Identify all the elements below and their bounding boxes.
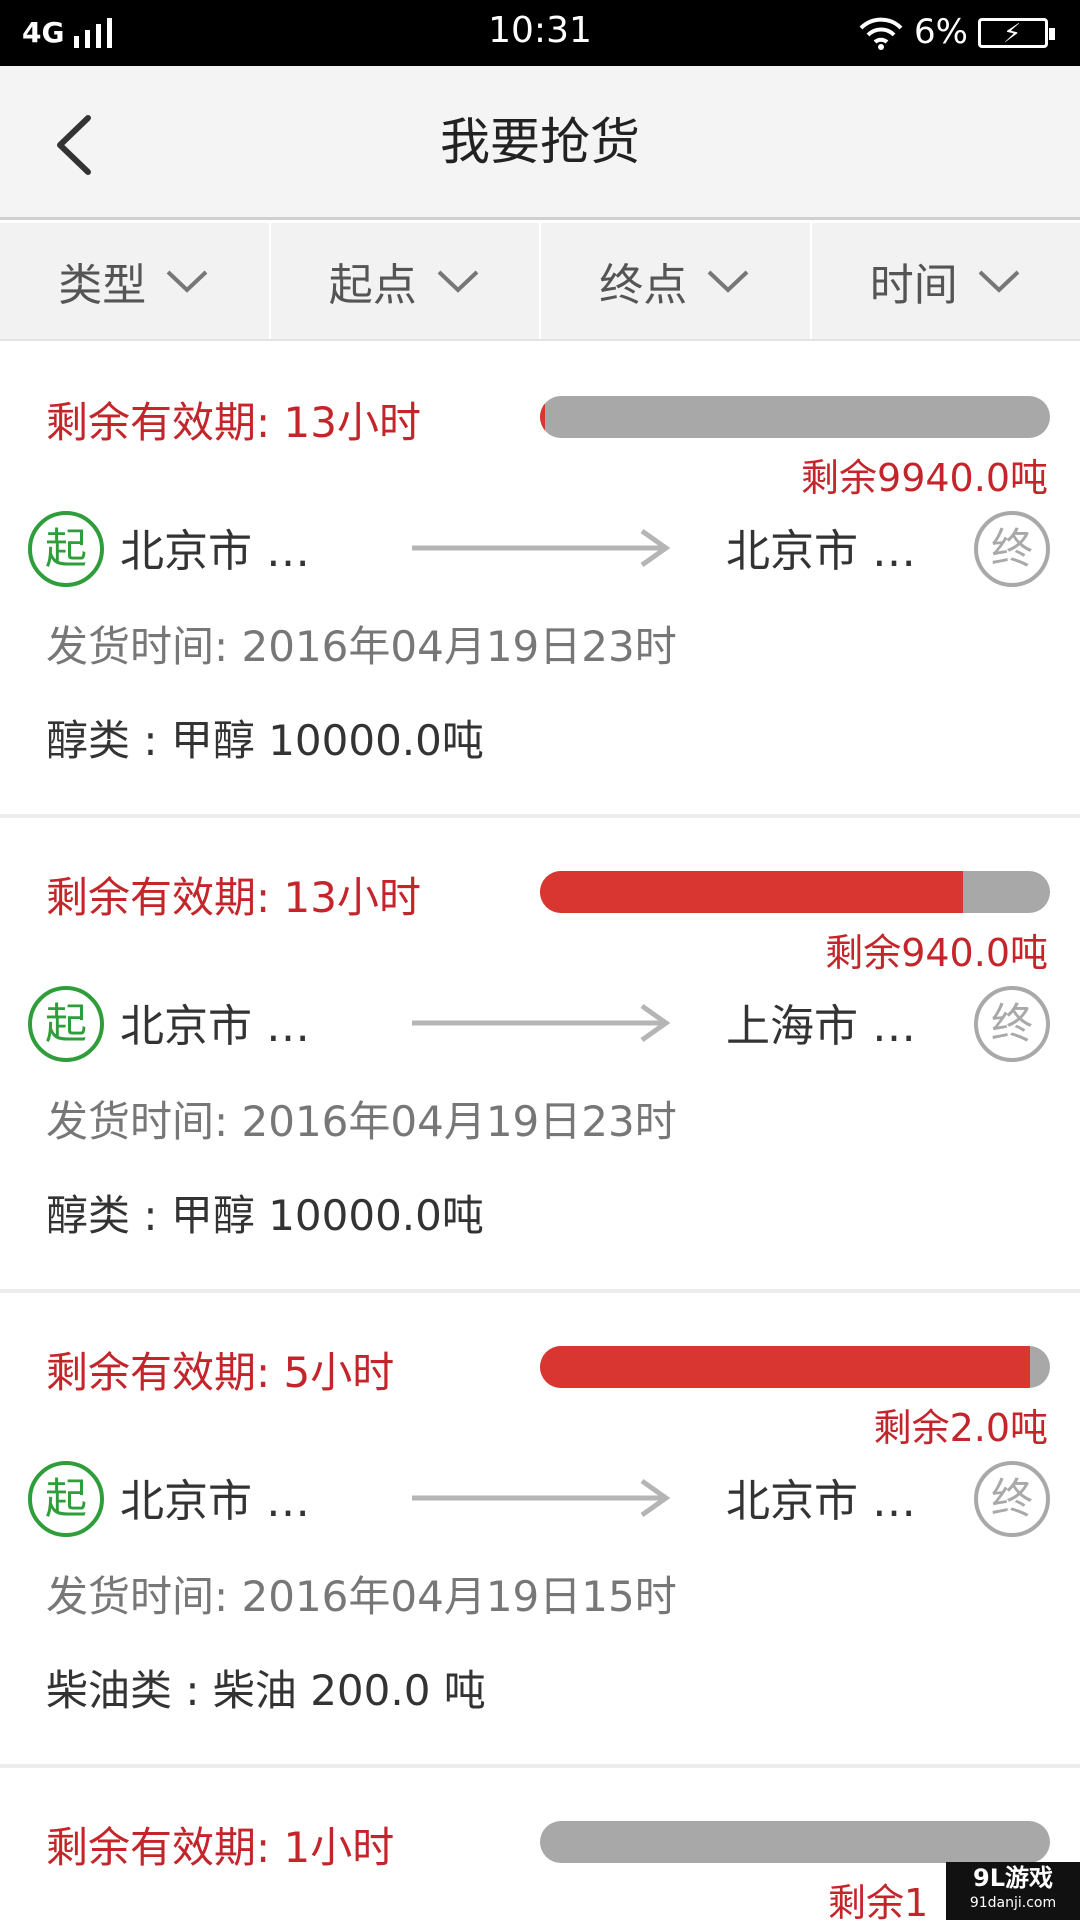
filter-label: 起点 (328, 260, 417, 311)
chevron-down-icon (166, 270, 208, 293)
page-title: 我要抢货 (440, 113, 640, 171)
wifi-icon (859, 17, 903, 50)
ship-time: 发货时间: 2016年04月19日23时 (46, 1097, 677, 1146)
end-icon: 终 (974, 511, 1050, 587)
arrow-right-icon (412, 528, 671, 568)
ship-time: 发货时间: 2016年04月19日23时 (46, 622, 677, 671)
filter-type[interactable]: 类型 (0, 223, 271, 339)
origin-city: 北京市 … (120, 1476, 310, 1527)
progress-bar (540, 396, 1050, 438)
destination-city: 北京市 … (726, 526, 916, 577)
cargo-card[interactable]: 剩余有效期: 1小时 剩余1 (0, 1768, 1080, 1920)
progress-fill (540, 1346, 1030, 1388)
validity-text: 剩余有效期: 5小时 (46, 1348, 395, 1397)
filter-label: 时间 (869, 260, 958, 311)
filter-label: 终点 (599, 260, 688, 311)
progress-bar (540, 1821, 1050, 1863)
ship-time: 发货时间: 2016年04月19日15时 (46, 1572, 677, 1621)
progress-fill (540, 396, 546, 438)
remaining-tonnage: 剩余9940.0吨 (801, 456, 1048, 500)
start-icon: 起 (28, 511, 104, 587)
progress-bar (540, 871, 1050, 913)
battery-percent: 6% (914, 12, 968, 52)
progress-bar (540, 1346, 1050, 1388)
cargo-info: 醇类 : 甲醇 10000.0吨 (46, 716, 484, 765)
validity-text: 剩余有效期: 13小时 (46, 398, 421, 447)
filter-bar: 类型 起点 终点 时间 (0, 223, 1080, 341)
filter-origin[interactable]: 起点 (271, 223, 541, 339)
site-watermark: 9L游戏 91danji.com (946, 1862, 1080, 1920)
end-icon: 终 (974, 986, 1050, 1062)
end-icon: 终 (974, 1461, 1050, 1537)
remaining-tonnage: 剩余1 (828, 1881, 929, 1920)
status-bar: 4G 10:31 6% ⚡ (0, 0, 1080, 66)
chevron-down-icon (707, 270, 749, 293)
cargo-info: 醇类 : 甲醇 10000.0吨 (46, 1191, 484, 1240)
remaining-tonnage: 剩余2.0吨 (873, 1406, 1048, 1450)
cargo-card[interactable]: 剩余有效期: 13小时 剩余9940.0吨 起 北京市 … 北京市 … 终 发货… (0, 343, 1080, 818)
filter-label: 类型 (58, 260, 147, 311)
remaining-tonnage: 剩余940.0吨 (825, 931, 1048, 975)
cargo-info: 柴油类 : 柴油 200.0 吨 (46, 1666, 486, 1715)
watermark-logo: 9L游戏 (973, 1864, 1053, 1892)
chevron-down-icon (437, 270, 479, 293)
progress-fill (540, 871, 964, 913)
battery-icon: ⚡ (978, 18, 1055, 49)
cargo-card[interactable]: 剩余有效期: 5小时 剩余2.0吨 起 北京市 … 北京市 … 终 发货时间: … (0, 1293, 1080, 1768)
title-bar: 我要抢货 (0, 66, 1080, 220)
cargo-card[interactable]: 剩余有效期: 13小时 剩余940.0吨 起 北京市 … 上海市 … 终 发货时… (0, 818, 1080, 1293)
start-icon: 起 (28, 1461, 104, 1537)
arrow-right-icon (412, 1003, 671, 1043)
destination-city: 北京市 … (726, 1476, 916, 1527)
start-icon: 起 (28, 986, 104, 1062)
arrow-right-icon (412, 1478, 671, 1518)
filter-destination[interactable]: 终点 (541, 223, 812, 339)
validity-text: 剩余有效期: 13小时 (46, 873, 421, 922)
chevron-down-icon (978, 270, 1020, 293)
watermark-url: 91danji.com (969, 1895, 1057, 1911)
validity-text: 剩余有效期: 1小时 (46, 1823, 395, 1872)
origin-city: 北京市 … (120, 1001, 310, 1052)
destination-city: 上海市 … (726, 1001, 916, 1052)
filter-time[interactable]: 时间 (812, 223, 1080, 339)
origin-city: 北京市 … (120, 526, 310, 577)
